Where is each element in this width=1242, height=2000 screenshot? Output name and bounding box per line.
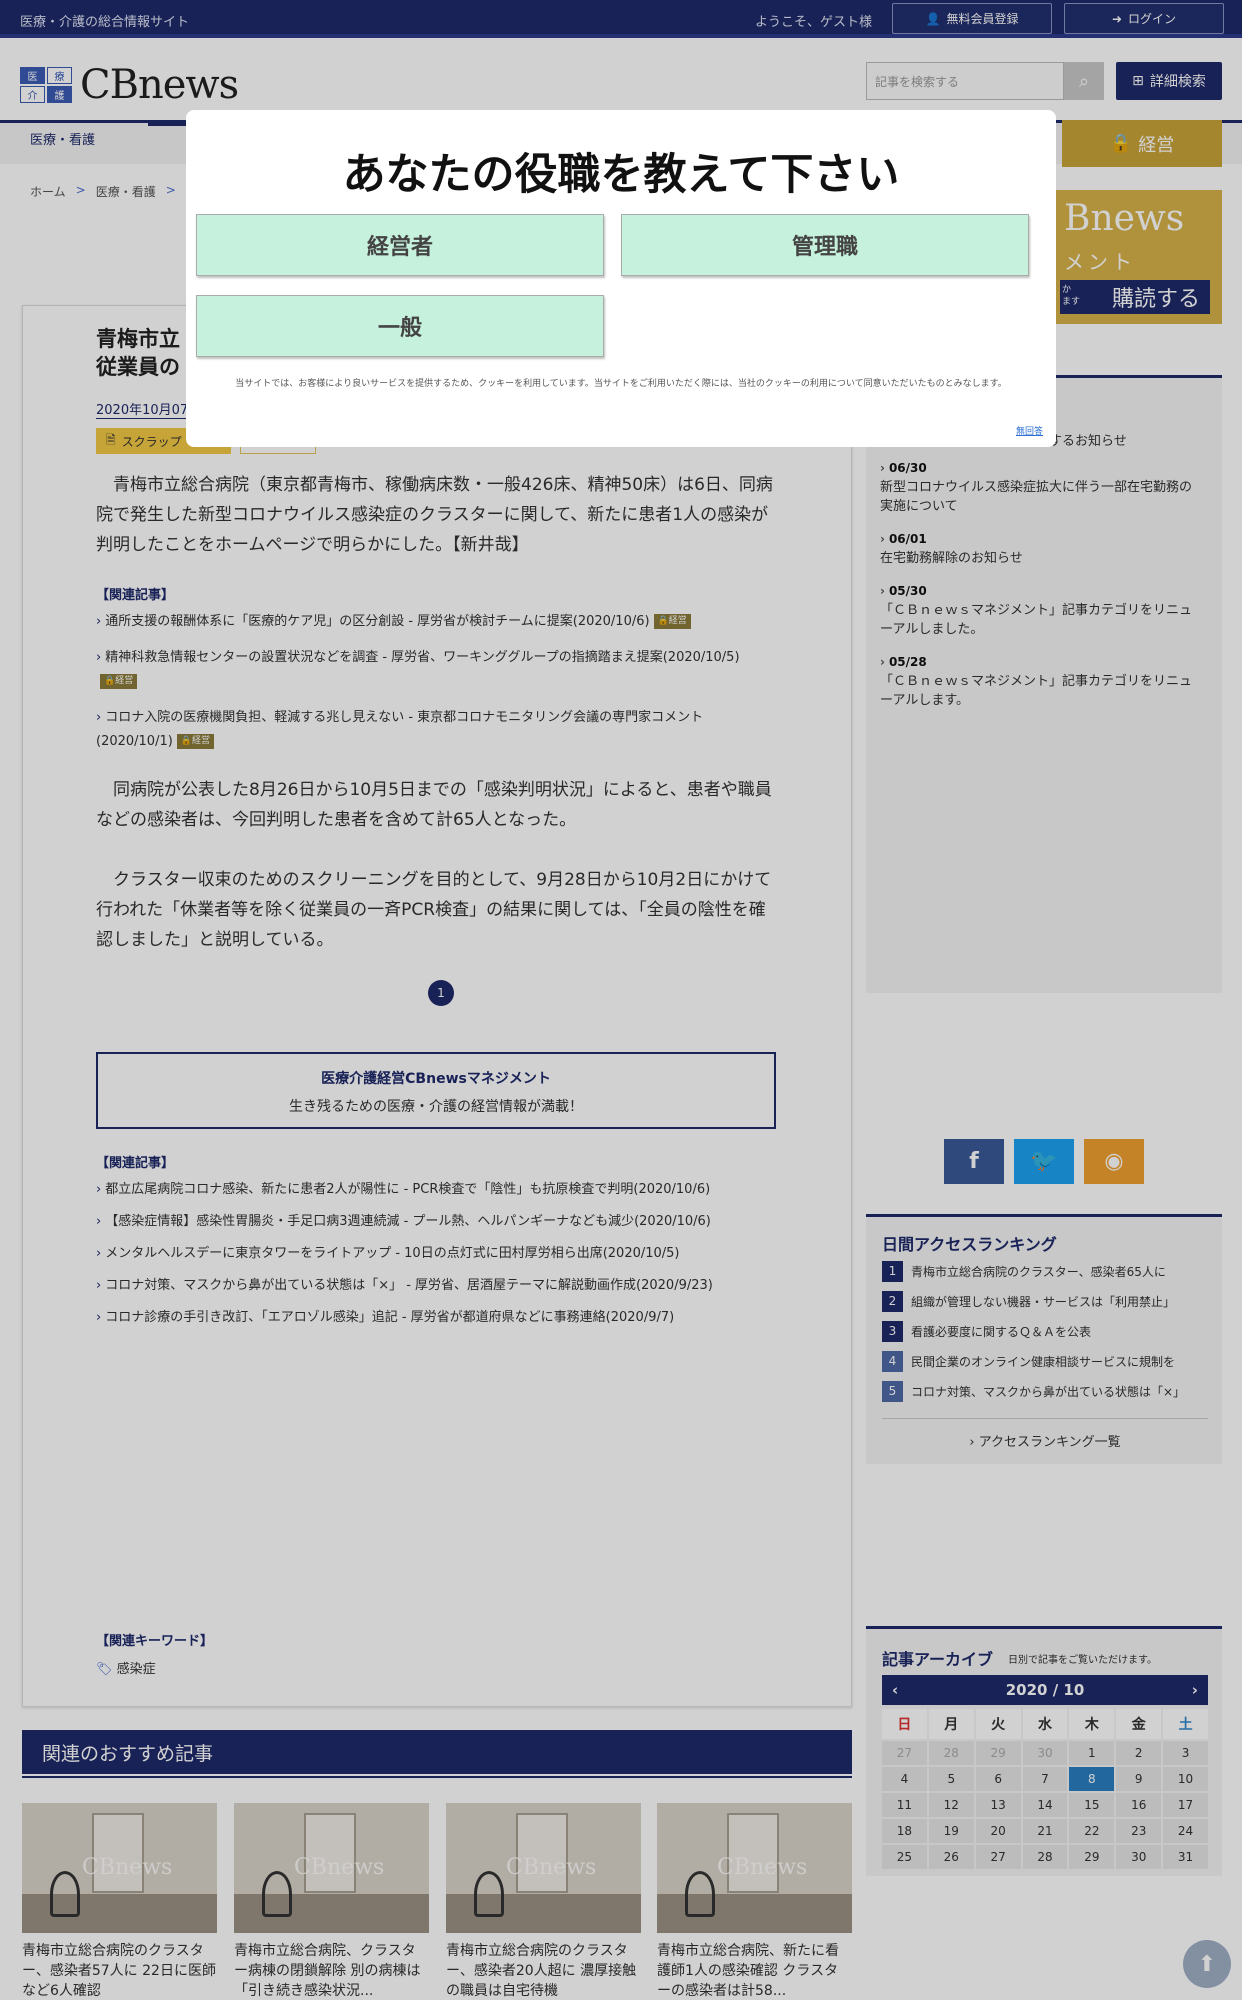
role-button-executive[interactable]: 経営者 bbox=[196, 214, 604, 276]
role-button-general[interactable]: 一般 bbox=[196, 295, 604, 357]
modal-title: あなたの役職を教えて下さい bbox=[342, 150, 900, 200]
cookie-notice: 当サイトでは、お客様により良いサービスを提供するため、クッキーを利用しています。… bbox=[235, 379, 1007, 389]
skip-link[interactable]: 無回答 bbox=[1016, 424, 1043, 437]
role-button-manager[interactable]: 管理職 bbox=[621, 214, 1029, 276]
role-survey-modal: あなたの役職を教えて下さい 経営者 管理職 一般 当サイトでは、お客様により良い… bbox=[186, 110, 1056, 447]
